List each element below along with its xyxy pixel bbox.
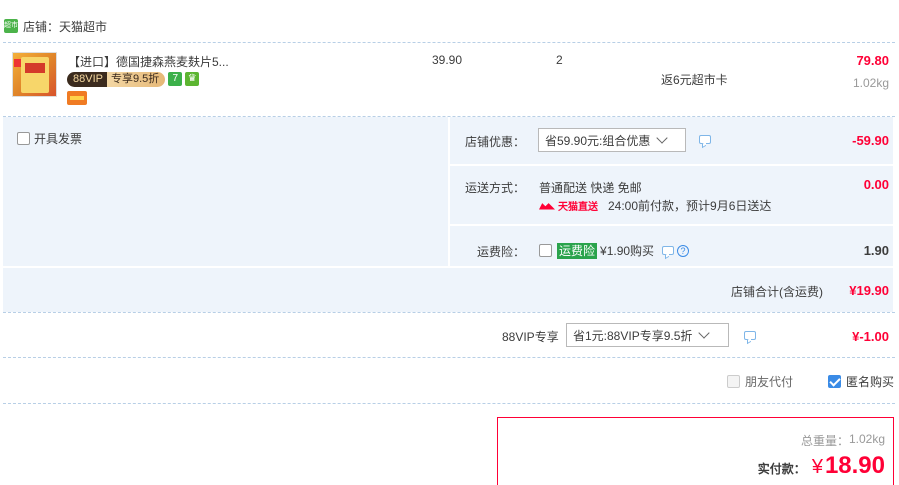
invoice-checkbox[interactable] [17, 132, 30, 145]
unit-price: 39.90 [432, 53, 463, 67]
insurance-amount: 1.90 [863, 243, 889, 258]
product-image[interactable] [12, 52, 57, 97]
friend-pay-label: 朋友代付 [745, 375, 794, 389]
item-weight: 1.02kg [852, 76, 889, 90]
discount-amount: -59.90 [852, 133, 889, 148]
supermarket-icon: 超市 [4, 19, 18, 33]
row-separator [450, 224, 893, 226]
shipping-method: 普通配送 快递 免邮 [539, 181, 642, 195]
invoice-label: 开具发票 [34, 132, 83, 146]
insurance-label: 运费险： [477, 245, 526, 259]
insurance-tag: 运费险 [557, 242, 598, 259]
shop-total-label: 店铺合计(含运费) [731, 285, 823, 299]
item-total: 79.80 [856, 53, 889, 68]
shop-total-amount: ¥19.90 [849, 283, 889, 298]
quantity: 2 [556, 53, 563, 67]
message-icon[interactable] [662, 246, 675, 255]
vip-discount-badge: 88VIP 专享9.5折 [67, 71, 166, 87]
card-icon[interactable] [67, 91, 87, 105]
shipping-label: 运送方式： [465, 181, 526, 195]
anonymous-checkbox[interactable] [828, 375, 841, 388]
chevron-down-icon [698, 327, 711, 339]
seven-day-return-icon[interactable]: 7 [168, 72, 183, 86]
shop-name[interactable]: 店铺：天猫超市 [23, 18, 107, 35]
vip-select[interactable]: 省1元:88VIP专享9.5折 [566, 323, 729, 347]
actual-payment: 实付款： ¥ 18.90 [758, 452, 885, 480]
discount-label: 店铺优惠： [465, 135, 526, 149]
pay-amount: 18.90 [824, 452, 885, 479]
product-badges: 88VIP 专享9.5折 7 ♛ [67, 71, 200, 87]
chevron-down-icon [656, 132, 669, 144]
friend-pay-option[interactable]: 朋友代付 [727, 373, 793, 390]
product-title[interactable]: 【进口】德国捷森燕麦麸片5... [68, 53, 229, 70]
discount-select[interactable]: 省59.90元:组合优惠 [538, 128, 686, 152]
divider [3, 403, 895, 404]
anonymous-option[interactable]: 匿名购买 [828, 373, 894, 390]
shipping-amount: 0.00 [863, 177, 889, 192]
rebate-text: 返6元超市卡 [661, 73, 728, 87]
pay-label: 实付款： [757, 462, 806, 476]
currency-symbol: ¥ [811, 456, 823, 478]
insurance-price: ¥1.90购买 [600, 244, 655, 258]
insurance-checkbox[interactable] [539, 244, 552, 257]
shop-header: 超市 店铺：天猫超市 [4, 17, 107, 35]
row-separator [450, 164, 893, 166]
column-separator [448, 117, 450, 267]
guarantee-icon[interactable]: ♛ [185, 72, 200, 86]
invoice-option[interactable]: 开具发票 [17, 130, 82, 147]
delivery-promise: 天猫直送 24:00前付款，预计9月6日送达 [539, 197, 771, 214]
insurance-option[interactable]: 运费险 ¥1.90购买 ? [539, 242, 690, 259]
tmall-direct-icon: 天猫直送 [539, 198, 598, 213]
anonymous-label: 匿名购买 [846, 375, 895, 389]
message-icon[interactable] [699, 135, 711, 144]
help-icon[interactable]: ? [677, 244, 690, 257]
row-separator [3, 266, 893, 268]
vip-discount-amount: ¥-1.00 [852, 329, 889, 344]
divider [3, 42, 895, 43]
total-weight: 总重量： 1.02kg [800, 432, 885, 448]
message-icon[interactable] [744, 331, 756, 340]
divider [3, 312, 895, 313]
vip-label: 88VIP专享 [502, 330, 559, 344]
divider [3, 357, 895, 358]
friend-pay-checkbox[interactable] [727, 375, 740, 388]
